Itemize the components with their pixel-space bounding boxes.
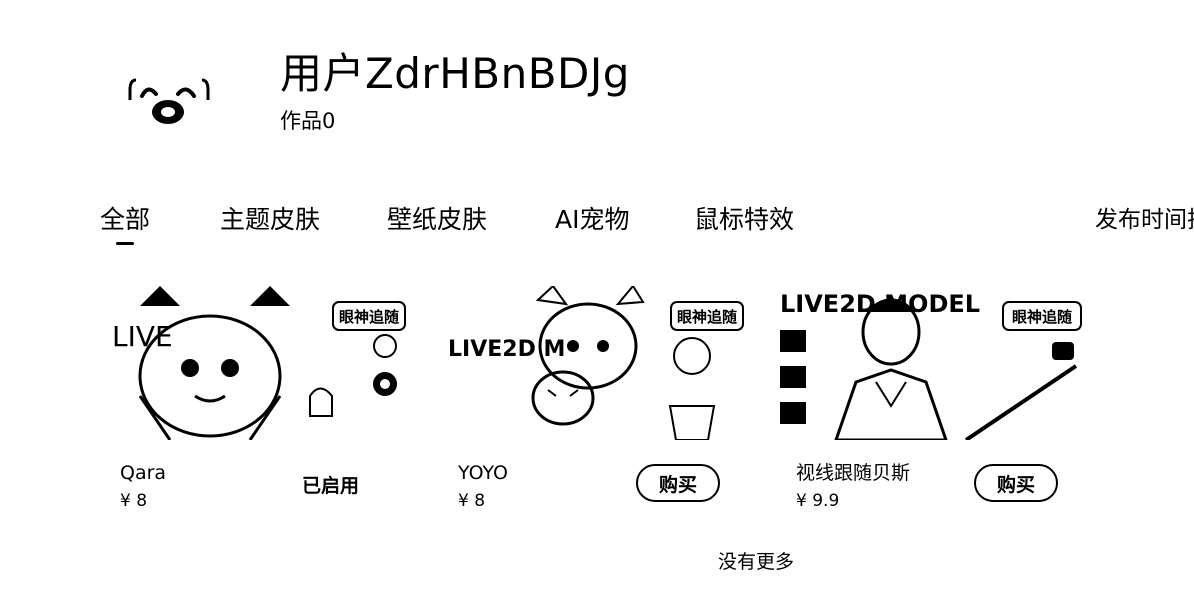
product-thumbnail[interactable]: LIVE2D M 眼神追随 bbox=[438, 286, 746, 440]
tab-theme-skins[interactable]: 主题皮肤 bbox=[220, 200, 320, 240]
tab-all[interactable]: 全部 bbox=[100, 200, 150, 245]
product-price: ¥ 8 bbox=[120, 491, 148, 511]
works-count: 作品0 bbox=[280, 109, 336, 133]
avatar[interactable] bbox=[118, 60, 218, 140]
product-name: Qara bbox=[120, 462, 167, 484]
product-thumbnail[interactable]: LIVE2D MODEL 眼神追随 bbox=[776, 286, 1084, 440]
no-more-text: 没有更多 bbox=[718, 551, 795, 573]
tab-ai-pets[interactable]: AI宠物 bbox=[555, 200, 629, 240]
eye-tracking-badge: 眼神追随 bbox=[1012, 308, 1072, 326]
product-card[interactable]: LIVE2D MODEL 眼神追随 视线跟随贝斯 ¥ 9.9 购买 bbox=[776, 286, 1084, 518]
tab-mouse-effects[interactable]: 鼠标特效 bbox=[694, 200, 794, 240]
username: 用户ZdrHBnBDJg bbox=[280, 49, 630, 98]
eye-tracking-badge: 眼神追随 bbox=[677, 308, 737, 326]
product-price: ¥ 8 bbox=[458, 491, 486, 511]
artwork-text: LIVE2D M bbox=[448, 337, 565, 362]
artwork-text: LIVE bbox=[112, 320, 173, 353]
category-tabs: 全部 主题皮肤 壁纸皮肤 AI宠物 鼠标特效 发布时间排 bbox=[100, 200, 1194, 250]
buy-button[interactable]: 购买 bbox=[974, 464, 1058, 502]
sort-by-publish-time[interactable]: 发布时间排 bbox=[1095, 200, 1194, 240]
product-price: ¥ 9.9 bbox=[796, 491, 840, 511]
product-name: YOYO bbox=[458, 462, 509, 484]
eye-tracking-badge: 眼神追随 bbox=[339, 308, 399, 326]
tab-wallpaper-skins[interactable]: 壁纸皮肤 bbox=[387, 200, 487, 240]
product-card[interactable]: LIVE 眼神追随 Qara ¥ 8 已启用 bbox=[100, 286, 408, 518]
product-thumbnail[interactable]: LIVE 眼神追随 bbox=[100, 286, 408, 440]
product-name: 视线跟随贝斯 bbox=[796, 462, 911, 484]
smiling-face-icon bbox=[128, 78, 210, 124]
product-card[interactable]: LIVE2D M 眼神追随 YOYO ¥ 8 购买 bbox=[438, 286, 746, 518]
enabled-status: 已启用 bbox=[302, 475, 360, 497]
buy-button[interactable]: 购买 bbox=[636, 464, 720, 502]
